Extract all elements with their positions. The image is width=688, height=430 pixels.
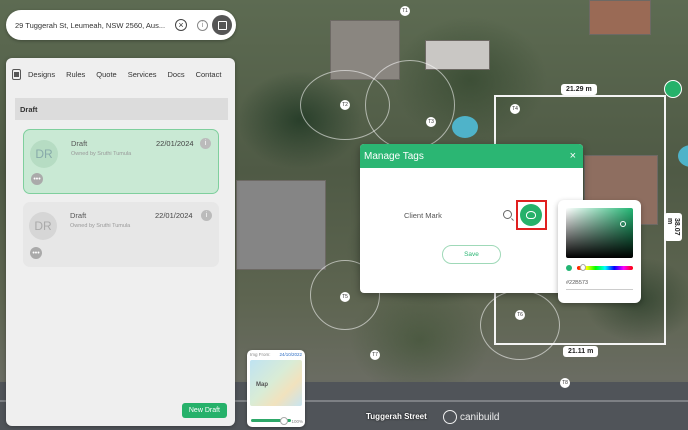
- brand-name: canibuild: [460, 411, 500, 423]
- tab-docs[interactable]: Docs: [168, 70, 185, 79]
- dialog-title: Manage Tags: [364, 150, 424, 162]
- zoom-percentage: 100%: [291, 419, 303, 424]
- tree-marker[interactable]: T6: [515, 310, 525, 320]
- more-options-icon[interactable]: •••: [31, 173, 43, 185]
- palette-icon: [526, 211, 536, 219]
- dimension-label: 38.07 m: [664, 213, 682, 241]
- save-site-button[interactable]: [212, 15, 232, 35]
- designs-panel: Designs Rules Quote Services Docs Contac…: [6, 58, 235, 426]
- more-options-icon[interactable]: •••: [30, 247, 42, 259]
- minimap[interactable]: Img From: 24/10/2022 Map 100%: [247, 350, 305, 427]
- house-roof: [425, 40, 490, 70]
- imagery-date-value: 24/10/2022: [279, 352, 302, 357]
- draft-date: 22/01/2024: [155, 211, 193, 220]
- minimap-image[interactable]: Map: [250, 360, 302, 406]
- tree-marker[interactable]: T7: [370, 350, 380, 360]
- saturation-area[interactable]: [566, 208, 633, 258]
- address-search-bar[interactable]: 29 Tuggerah St, Leumeah, NSW 2560, Aus..…: [6, 10, 236, 40]
- house-roof: [236, 180, 326, 270]
- save-button[interactable]: Save: [442, 245, 501, 264]
- pool: [678, 145, 688, 167]
- info-icon[interactable]: i: [201, 210, 212, 221]
- imagery-date: Img From: 24/10/2022: [247, 350, 305, 359]
- dimension-label: 21.29 m: [561, 84, 597, 95]
- tree-marker[interactable]: T1: [400, 6, 410, 16]
- avatar: DR: [30, 140, 58, 168]
- minimap-label: Map: [256, 382, 268, 388]
- draft-card[interactable]: DR Draft Owned by Sruthi Tumula 22/01/20…: [23, 202, 219, 267]
- brand-logo: canibuild: [443, 410, 499, 424]
- menu-icon[interactable]: [12, 68, 21, 80]
- draft-owner: Owned by Sruthi Tumula: [70, 223, 131, 229]
- imagery-date-label: Img From:: [250, 352, 271, 357]
- draft-name: Draft: [71, 139, 88, 148]
- house-roof: [589, 0, 651, 35]
- search-icon[interactable]: [503, 210, 512, 219]
- current-color-swatch: [566, 265, 572, 271]
- saturation-handle[interactable]: [620, 221, 626, 227]
- manage-tags-dialog: Manage Tags × Client Mark Save: [360, 144, 583, 293]
- tree-radius: [480, 290, 560, 360]
- tree-marker[interactable]: T2: [340, 100, 350, 110]
- pool: [452, 116, 478, 138]
- tree-marker[interactable]: T3: [426, 117, 436, 127]
- avatar: DR: [29, 212, 57, 240]
- close-icon[interactable]: ×: [570, 150, 576, 162]
- address-input[interactable]: 29 Tuggerah St, Leumeah, NSW 2560, Aus..…: [15, 21, 175, 30]
- draft-date: 22/01/2024: [156, 139, 194, 148]
- hex-input[interactable]: #22B573: [566, 280, 633, 290]
- tab-quote[interactable]: Quote: [96, 70, 116, 79]
- info-icon[interactable]: i: [197, 19, 208, 31]
- color-palette-button[interactable]: [520, 204, 542, 226]
- clear-icon[interactable]: ×: [175, 19, 187, 31]
- section-header: Draft: [15, 98, 228, 120]
- new-draft-button[interactable]: New Draft: [181, 403, 227, 418]
- zoom-slider-handle[interactable]: [280, 417, 288, 425]
- tree-marker[interactable]: T8: [560, 378, 570, 388]
- tree-marker[interactable]: T4: [510, 104, 520, 114]
- draft-name: Draft: [70, 211, 87, 220]
- draft-owner: Owned by Sruthi Tumula: [71, 151, 132, 157]
- road-name: Tuggerah Street: [366, 412, 427, 421]
- canibuild-logo-icon: [443, 410, 457, 424]
- tab-services[interactable]: Services: [128, 70, 157, 79]
- tag-name-input[interactable]: Client Mark: [404, 211, 442, 220]
- panel-nav: Designs Rules Quote Services Docs Contac…: [6, 58, 235, 90]
- dialog-header: Manage Tags ×: [360, 144, 583, 168]
- rotate-button[interactable]: [664, 80, 682, 98]
- tab-rules[interactable]: Rules: [66, 70, 85, 79]
- save-icon: [217, 20, 227, 30]
- tab-designs[interactable]: Designs: [28, 70, 55, 79]
- draft-card[interactable]: DR Draft Owned by Sruthi Tumula 22/01/20…: [23, 129, 219, 194]
- tree-marker[interactable]: T5: [340, 292, 350, 302]
- tab-contact[interactable]: Contact: [196, 70, 222, 79]
- hue-handle[interactable]: [580, 264, 586, 271]
- color-picker: #22B573: [558, 200, 641, 303]
- info-icon[interactable]: i: [200, 138, 211, 149]
- dimension-label: 21.11 m: [563, 346, 599, 357]
